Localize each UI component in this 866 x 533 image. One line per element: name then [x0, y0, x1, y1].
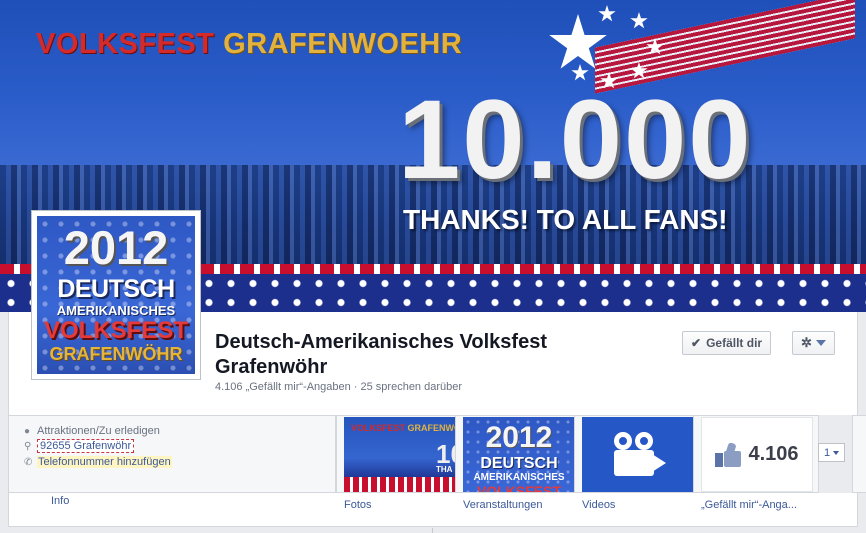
app-tile-videos-label[interactable]: Videos — [582, 499, 615, 511]
events-thumb-year: 2012 — [485, 421, 553, 454]
photos-thumbnail: VOLKSFEST GRAFENWOEHR 10 THA — [344, 417, 456, 492]
checkmark-icon: ✔ — [691, 336, 702, 350]
star-icon — [598, 5, 616, 22]
app-tile-events[interactable]: 2012 DEUTSCH AMERIKANISCHES VOLKSFEST — [455, 415, 581, 493]
divider — [432, 528, 433, 533]
app-tile-likes-label[interactable]: „Gefällt mir“-Anga... — [701, 499, 797, 511]
likes-count: 4.106 — [748, 443, 799, 465]
tag-icon: ● — [24, 426, 31, 437]
info-link[interactable]: Info — [51, 495, 69, 507]
thumbs-up-icon — [715, 441, 743, 467]
page-title[interactable]: Deutsch-Amerikanisches Volksfest Grafenw… — [215, 330, 635, 380]
star-icon — [630, 12, 648, 29]
cover-title: VOLKSFEST GRAFENWOEHR — [36, 28, 462, 61]
page-stats: 4.106 „Gefällt mir“-Angaben · 25 spreche… — [215, 381, 463, 393]
settings-dropdown-button[interactable]: ✲ — [792, 331, 835, 355]
video-camera-icon — [608, 431, 668, 478]
cover-thanks-text: THANKS! TO ALL FANS! — [403, 204, 728, 235]
photos-thumb-title: VOLKSFEST GRAFENWOEHR — [351, 423, 456, 433]
map-pin-icon: ⚲ — [24, 441, 32, 452]
about-category: ● Attraktionen/Zu erledigen — [24, 425, 160, 437]
events-thumb-line2: AMERIKANISCHES — [473, 472, 565, 483]
apps-pager-select[interactable]: 1 — [818, 443, 845, 462]
app-tile-photos[interactable]: VOLKSFEST GRAFENWOEHR 10 THA — [336, 415, 462, 493]
about-phone[interactable]: ✆ Telefonnummer hinzufügen — [24, 456, 172, 468]
cover-fan-count: 10.000 — [398, 77, 753, 202]
poster-line-amerikanisches: AMERIKANISCHES — [56, 303, 176, 318]
events-thumbnail: 2012 DEUTSCH AMERIKANISCHES VOLKSFEST — [463, 417, 575, 492]
poster-line-grafenwoehr: GRAFENWÖHR — [49, 344, 183, 364]
cover-title-grafenwoehr: GRAFENWOEHR — [223, 28, 463, 60]
about-category-label: Attraktionen/Zu erledigen — [37, 425, 160, 437]
profile-poster: 2012 DEUTSCH AMERIKANISCHES VOLKSFEST GR… — [37, 216, 195, 374]
about-box: ● Attraktionen/Zu erledigen ⚲ 92655 Graf… — [8, 415, 336, 493]
app-tile-photos-label[interactable]: Fotos — [344, 499, 372, 511]
profile-picture[interactable]: 2012 DEUTSCH AMERIKANISCHES VOLKSFEST GR… — [31, 210, 201, 380]
videos-thumbnail — [582, 417, 694, 492]
photos-thumb-text: THA — [436, 465, 453, 474]
location-link[interactable]: 92655 Grafenwöhr — [37, 439, 135, 453]
like-button[interactable]: ✔ Gefällt dir — [682, 331, 772, 355]
app-tile-next-peek[interactable] — [852, 415, 866, 493]
app-tile-events-label[interactable]: Veranstaltungen — [463, 499, 543, 511]
poster-year: 2012 — [63, 221, 169, 274]
like-button-label: Gefällt dir — [706, 336, 763, 350]
about-location[interactable]: ⚲ 92655 Grafenwöhr — [24, 439, 135, 453]
chevron-down-icon — [833, 450, 840, 455]
phone-icon: ✆ — [24, 457, 33, 468]
chevron-down-icon — [815, 340, 826, 346]
app-tile-likes[interactable]: 4.106 — [693, 415, 819, 493]
cover-title-volksfest: VOLKSFEST — [36, 28, 215, 60]
gear-icon: ✲ — [801, 335, 812, 350]
events-thumb-line1: DEUTSCH — [480, 455, 558, 472]
flag-stripes — [344, 477, 456, 492]
poster-line-deutsch: DEUTSCH — [57, 275, 175, 303]
poster-line-volksfest: VOLKSFEST — [43, 317, 188, 344]
app-tile-videos[interactable] — [574, 415, 700, 493]
likes-thumbnail: 4.106 — [701, 417, 813, 492]
events-thumb-line3: VOLKSFEST — [476, 483, 561, 492]
apps-pager-value: 1 — [823, 446, 831, 459]
add-phone-link[interactable]: Telefonnummer hinzufügen — [37, 456, 172, 468]
